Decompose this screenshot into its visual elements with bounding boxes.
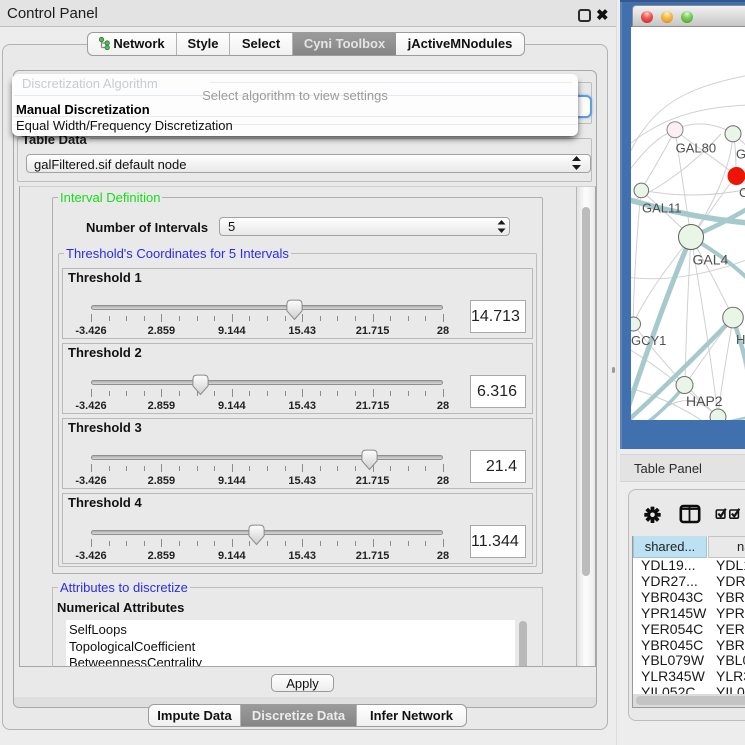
- svg-text:HI: HI: [736, 332, 745, 347]
- svg-text:HAP2: HAP2: [686, 393, 723, 409]
- svg-text:GCY1: GCY1: [631, 333, 666, 348]
- svg-text:GAL4: GAL4: [693, 252, 729, 268]
- svg-text:CY: CY: [739, 185, 745, 200]
- svg-text:GA: GA: [736, 147, 745, 162]
- svg-text:GAL11: GAL11: [642, 201, 682, 216]
- svg-text:GAL80: GAL80: [676, 141, 716, 156]
